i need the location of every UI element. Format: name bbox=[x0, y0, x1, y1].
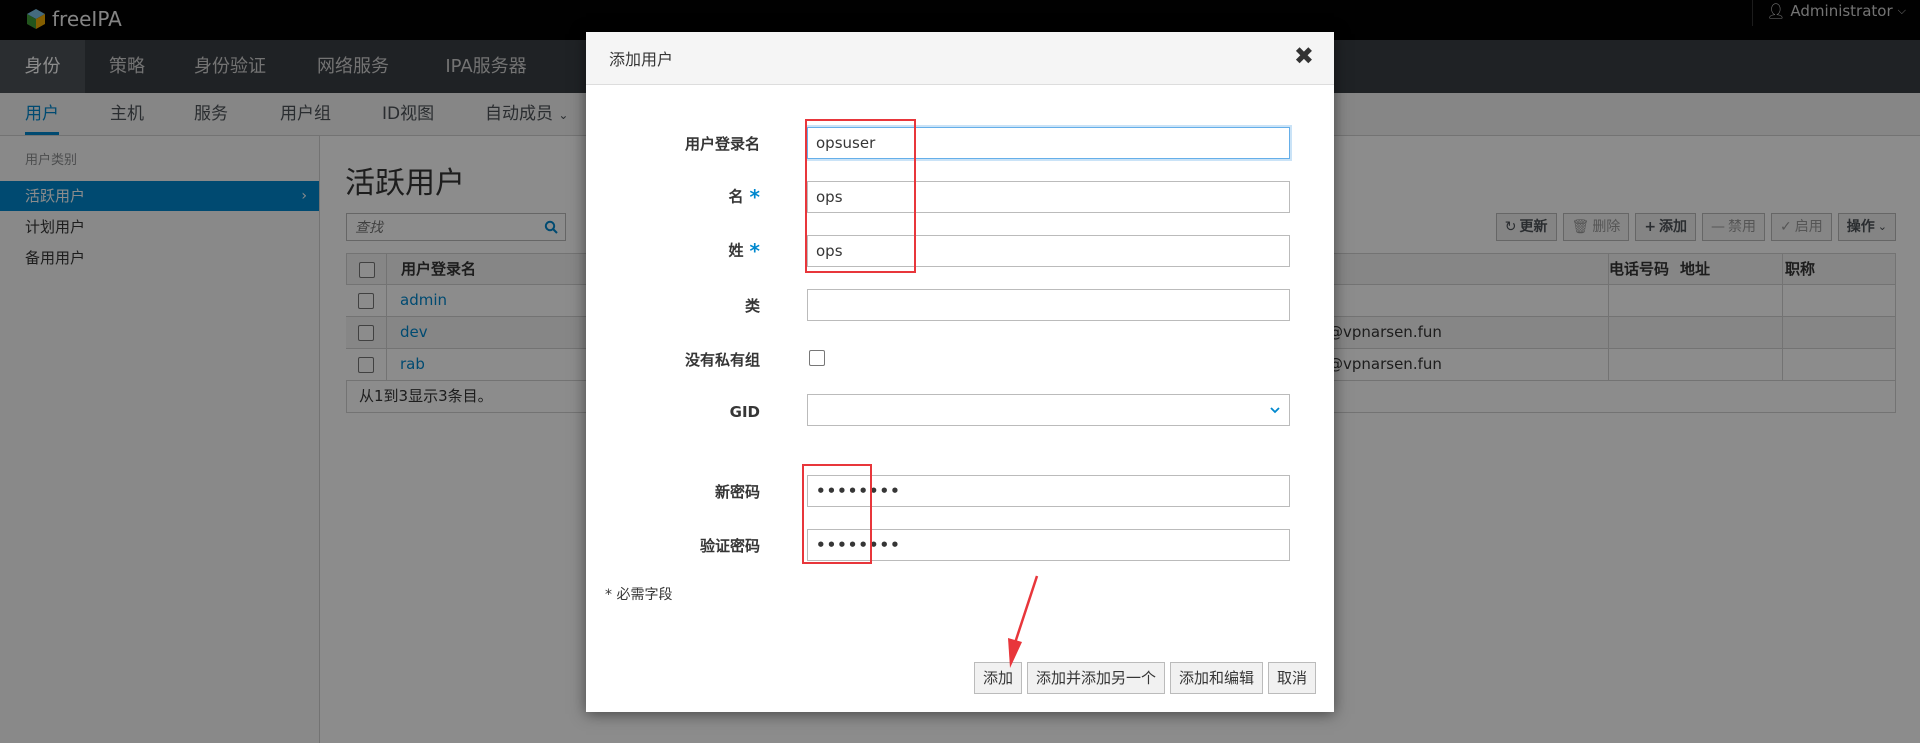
last-name-label: 姓 * bbox=[728, 239, 760, 263]
gid-select[interactable] bbox=[807, 394, 1290, 426]
add-user-dialog: 添加用户 ✖ 用户登录名 名* 姓* 类 没有私有组 GID 新密码 验证密码 … bbox=[586, 32, 1334, 712]
annotation-box-names bbox=[805, 119, 916, 273]
first-name-label: 名 * bbox=[728, 185, 760, 209]
new-password-input[interactable] bbox=[807, 475, 1290, 507]
required-marker: * bbox=[749, 185, 760, 209]
close-icon[interactable]: ✖ bbox=[1294, 44, 1314, 68]
annotation-box-passwords bbox=[802, 464, 872, 564]
new-password-label: 新密码 bbox=[714, 483, 760, 501]
required-fields-note: * 必需字段 bbox=[605, 587, 673, 603]
dialog-title: 添加用户 bbox=[609, 50, 674, 69]
chevron-down-icon bbox=[1270, 407, 1280, 414]
no-private-group-checkbox[interactable] bbox=[809, 350, 825, 366]
class-input[interactable] bbox=[807, 289, 1290, 321]
required-marker: * bbox=[749, 239, 760, 263]
cancel-button[interactable]: 取消 bbox=[1267, 662, 1316, 694]
login-label: 用户登录名 bbox=[684, 135, 760, 153]
verify-password-label: 验证密码 bbox=[699, 537, 760, 555]
verify-password-input[interactable] bbox=[807, 529, 1290, 561]
gid-label: GID bbox=[729, 403, 760, 421]
no-private-group-label: 没有私有组 bbox=[684, 351, 760, 369]
class-label: 类 bbox=[744, 297, 760, 315]
annotation-arrow bbox=[1008, 575, 1039, 668]
add-and-edit-button[interactable]: 添加和编辑 bbox=[1169, 662, 1263, 694]
dialog-header: 添加用户 ✖ bbox=[586, 32, 1334, 85]
